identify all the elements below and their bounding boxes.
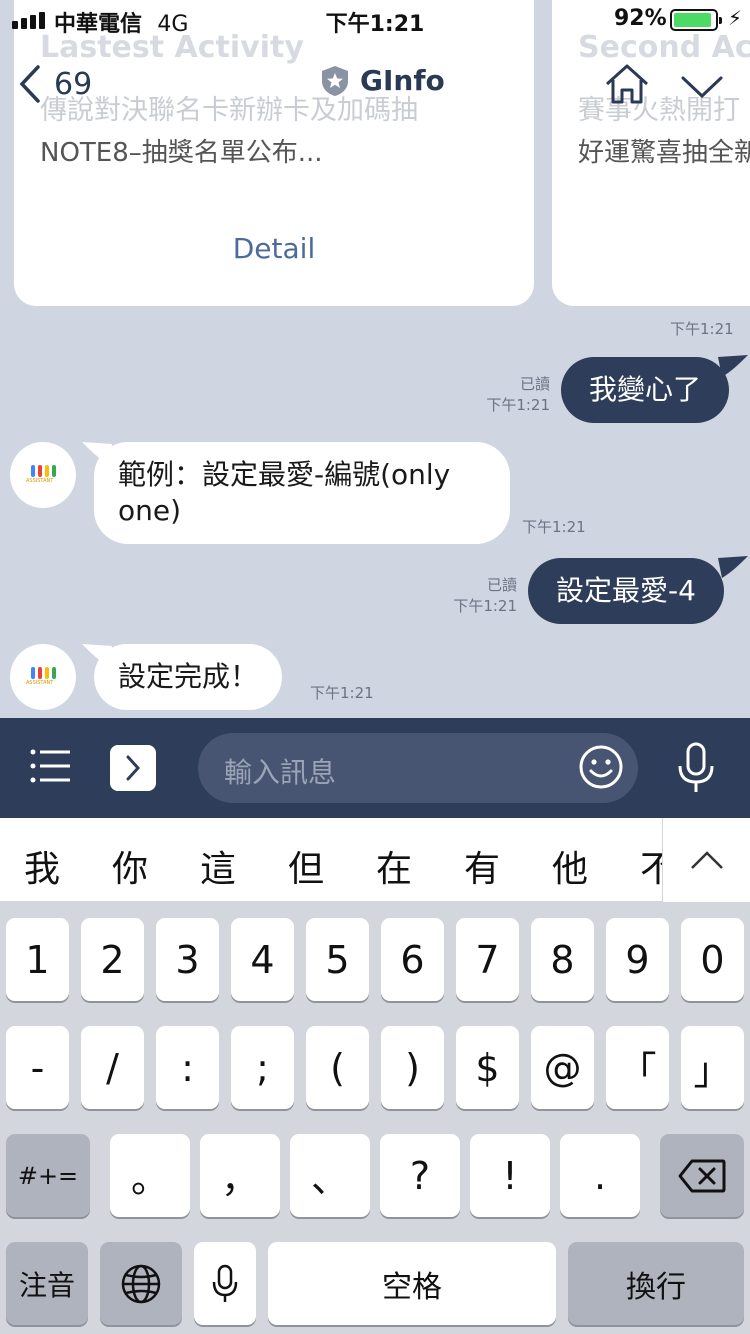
key[interactable]: 6 bbox=[381, 918, 444, 1001]
chevron-left-icon bbox=[19, 65, 40, 103]
key[interactable]: : bbox=[156, 1026, 219, 1109]
card-description: NOTE8–抽獎名單公布... bbox=[40, 138, 323, 168]
emoji-icon[interactable] bbox=[578, 744, 624, 790]
return-key[interactable]: 換行 bbox=[568, 1242, 744, 1325]
official-badge-icon bbox=[322, 65, 348, 96]
message-bubble-out[interactable]: 設定最愛-4 bbox=[528, 558, 724, 624]
candidate-word[interactable]: 在 bbox=[376, 840, 412, 892]
key[interactable]: 」 bbox=[681, 1026, 744, 1109]
chat-area: Lastest Activity 傳說對決聯名卡新辦卡及加碼抽 NOTE8–抽獎… bbox=[0, 0, 750, 718]
key[interactable]: 。 bbox=[110, 1134, 190, 1217]
message-time: 下午1:21 bbox=[486, 396, 550, 414]
key[interactable]: ( bbox=[306, 1026, 369, 1109]
key[interactable]: 8 bbox=[531, 918, 594, 1001]
nav-bar: 69 GInfo bbox=[0, 56, 750, 116]
candidate-word[interactable]: 我 bbox=[24, 840, 60, 892]
status-bar: 中華電信 4G 下午1:21 92% ⚡ bbox=[0, 0, 750, 40]
message-input-placeholder: 輸入訊息 bbox=[224, 756, 337, 789]
delete-key[interactable] bbox=[660, 1134, 744, 1217]
message-time: 下午1:21 bbox=[453, 597, 517, 615]
chevron-down-icon[interactable] bbox=[680, 68, 724, 104]
key[interactable]: / bbox=[81, 1026, 144, 1109]
key[interactable]: ， bbox=[200, 1134, 280, 1217]
key[interactable]: 7 bbox=[456, 918, 519, 1001]
key[interactable]: 3 bbox=[156, 918, 219, 1001]
key[interactable]: 4 bbox=[231, 918, 294, 1001]
key[interactable]: ; bbox=[231, 1026, 294, 1109]
home-icon[interactable] bbox=[604, 62, 650, 106]
back-button[interactable]: 69 bbox=[16, 56, 92, 112]
key[interactable]: $ bbox=[456, 1026, 519, 1109]
key[interactable]: 1 bbox=[6, 918, 69, 1001]
key[interactable]: 0 bbox=[681, 918, 744, 1001]
key[interactable]: 9 bbox=[606, 918, 669, 1001]
read-receipt: 已讀 下午1:21 bbox=[484, 374, 550, 416]
key[interactable]: ! bbox=[470, 1134, 550, 1217]
key[interactable]: 2 bbox=[81, 918, 144, 1001]
read-label: 已讀 bbox=[486, 576, 517, 594]
avatar[interactable]: ASSISTANT bbox=[10, 442, 76, 508]
avatar-label: ASSISTANT bbox=[26, 478, 54, 484]
chevron-right-icon bbox=[126, 755, 141, 781]
globe-key[interactable] bbox=[100, 1242, 182, 1325]
key[interactable]: ? bbox=[380, 1134, 460, 1217]
detail-link[interactable]: Detail bbox=[14, 232, 534, 265]
avatar-label: ASSISTANT bbox=[26, 680, 54, 686]
symbols-key[interactable]: #+= bbox=[6, 1134, 90, 1217]
zhuyin-mode-key[interactable]: 注音 bbox=[6, 1242, 88, 1325]
message-time: 下午1:21 bbox=[310, 684, 374, 702]
key[interactable]: @ bbox=[531, 1026, 594, 1109]
unread-count: 69 bbox=[54, 66, 93, 102]
candidate-word[interactable]: 這 bbox=[200, 840, 236, 892]
key[interactable]: ) bbox=[381, 1026, 444, 1109]
message-input[interactable]: 輸入訊息 bbox=[198, 733, 638, 803]
chat-title: GInfo bbox=[320, 64, 445, 97]
read-label: 已讀 bbox=[519, 375, 550, 393]
candidate-word[interactable]: 但 bbox=[288, 840, 324, 892]
message-bubble-in[interactable]: 範例：設定最愛-編號(only one) bbox=[94, 442, 510, 544]
message-time: 下午1:21 bbox=[522, 518, 586, 536]
keyboard: 1 2 3 4 5 6 7 8 9 0 - / : ; ( ) $ @ 「 」 … bbox=[0, 902, 750, 1334]
read-receipt: 已讀 下午1:21 bbox=[451, 575, 517, 617]
menu-icon[interactable] bbox=[30, 748, 72, 784]
bubble-tail bbox=[718, 355, 748, 377]
card-description-2: 好運驚喜抽全新 bbox=[578, 138, 750, 168]
avatar[interactable]: ASSISTANT bbox=[10, 644, 76, 710]
message-bubble-out[interactable]: 我變心了 bbox=[561, 357, 730, 423]
candidate-word[interactable]: 你 bbox=[112, 840, 148, 892]
backspace-icon bbox=[678, 1159, 726, 1192]
microphone-icon[interactable] bbox=[676, 742, 716, 796]
activity-card-2[interactable]: Second Act 賽事火熱開打 好運驚喜抽全新 bbox=[552, 0, 750, 306]
key[interactable]: 5 bbox=[306, 918, 369, 1001]
candidate-expand-button[interactable] bbox=[662, 818, 750, 902]
globe-icon bbox=[121, 1264, 161, 1303]
candidate-word[interactable]: 他 bbox=[552, 840, 588, 892]
charging-icon: ⚡ bbox=[728, 6, 743, 30]
input-bar: 輸入訊息 bbox=[0, 718, 750, 818]
bubble-tail bbox=[718, 556, 748, 578]
battery-percent: 92% bbox=[614, 6, 667, 31]
key[interactable]: 、 bbox=[290, 1134, 370, 1217]
chat-title-text: GInfo bbox=[360, 64, 445, 97]
candidate-bar: 我 你 這 但 在 有 他 不 bbox=[0, 818, 750, 902]
expand-button[interactable] bbox=[110, 745, 156, 791]
key[interactable]: 「 bbox=[606, 1026, 669, 1109]
activity-card[interactable]: Lastest Activity 傳說對決聯名卡新辦卡及加碼抽 NOTE8–抽獎… bbox=[14, 0, 534, 306]
chevron-up-icon bbox=[690, 851, 723, 869]
microphone-icon bbox=[212, 1264, 238, 1302]
card-timestamp: 下午1:21 bbox=[670, 320, 734, 338]
key[interactable]: . bbox=[560, 1134, 640, 1217]
key[interactable]: - bbox=[6, 1026, 69, 1109]
space-key[interactable]: 空格 bbox=[268, 1242, 556, 1325]
dictation-key[interactable] bbox=[194, 1242, 256, 1325]
candidate-word[interactable]: 有 bbox=[464, 840, 500, 892]
message-bubble-in[interactable]: 設定完成！ bbox=[94, 644, 283, 710]
battery-icon bbox=[670, 9, 722, 31]
